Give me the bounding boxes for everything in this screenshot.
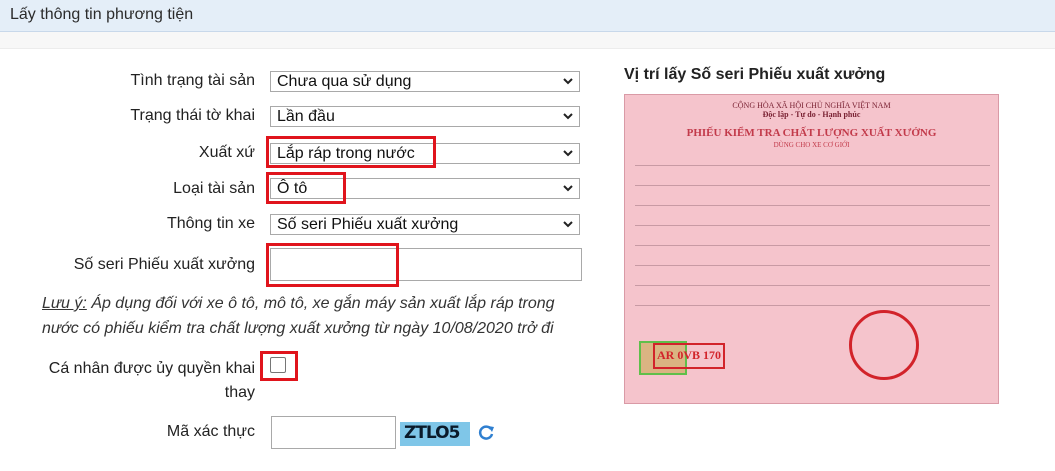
cert-header1: CỘNG HÒA XÃ HỘI CHỦ NGHĨA VIỆT NAM bbox=[732, 101, 891, 110]
vehicle-info-select[interactable]: Số seri Phiếu xuất xưởng bbox=[270, 214, 580, 235]
cert-stamp: AR 0VB 170 bbox=[653, 343, 725, 369]
captcha-label: Mã xác thực bbox=[166, 423, 255, 440]
vehicle-info-value: Số seri Phiếu xuất xưởng bbox=[277, 216, 459, 233]
serial-highlight bbox=[266, 243, 399, 287]
note-prefix: Lưu ý: bbox=[42, 295, 87, 312]
chevron-down-icon bbox=[563, 185, 573, 192]
section-header: Lấy thông tin phương tiện bbox=[0, 0, 1055, 32]
section-title: Lấy thông tin phương tiện bbox=[10, 6, 194, 23]
origin-label: Xuất xứ bbox=[198, 144, 255, 161]
asset-status-select[interactable]: Chưa qua sử dụng bbox=[270, 71, 580, 92]
vehicle-info-label: Thông tin xe bbox=[166, 215, 255, 232]
note-text1: Áp dụng đối với xe ô tô, mô tô, xe gắn m… bbox=[86, 295, 555, 312]
header-strip bbox=[0, 32, 1055, 49]
note-line1: Lưu ý: Áp dụng đối với xe ô tô, mô tô, x… bbox=[42, 295, 555, 313]
chevron-down-icon bbox=[563, 113, 573, 120]
authorized-label-line1: Cá nhân được ủy quyền khai bbox=[48, 360, 255, 377]
declaration-status-select[interactable]: Lần đầu bbox=[270, 106, 580, 127]
authorized-label-line2: thay bbox=[224, 384, 255, 401]
note-line2: nước có phiếu kiểm tra chất lượng xuất x… bbox=[42, 320, 554, 337]
asset-type-label: Loại tài sản bbox=[173, 180, 255, 197]
checkbox-highlight bbox=[260, 351, 298, 381]
cert-subtitle: DÙNG CHO XE CƠ GIỚI bbox=[773, 141, 850, 149]
serial-label: Số seri Phiếu xuất xưởng bbox=[73, 256, 255, 273]
chevron-down-icon bbox=[563, 78, 573, 85]
cert-header2: Độc lập - Tự do - Hạnh phúc bbox=[762, 110, 861, 119]
refresh-icon[interactable] bbox=[476, 423, 496, 443]
captcha-text: ZTLO5 bbox=[404, 423, 460, 443]
certificate-image: CỘNG HÒA XÃ HỘI CHỦ NGHĨA VIỆT NAM Độc l… bbox=[624, 94, 999, 404]
cert-title: PHIẾU KIỂM TRA CHẤT LƯỢNG XUẤT XƯỞNG bbox=[686, 127, 937, 139]
chevron-down-icon bbox=[563, 150, 573, 157]
declaration-status-label: Trạng thái tờ khai bbox=[130, 107, 255, 124]
captcha-input[interactable] bbox=[271, 416, 396, 449]
asset-status-label: Tình trạng tài sản bbox=[130, 72, 255, 89]
declaration-status-value: Lần đầu bbox=[277, 108, 335, 125]
asset-type-highlight bbox=[266, 172, 346, 204]
captcha-image: ZTLO5 bbox=[400, 422, 470, 446]
origin-highlight bbox=[266, 136, 436, 168]
asset-status-value: Chưa qua sử dụng bbox=[277, 73, 412, 90]
cert-seal bbox=[849, 310, 919, 380]
right-panel-title: Vị trí lấy Số seri Phiếu xuất xưởng bbox=[624, 66, 886, 83]
chevron-down-icon bbox=[563, 221, 573, 228]
